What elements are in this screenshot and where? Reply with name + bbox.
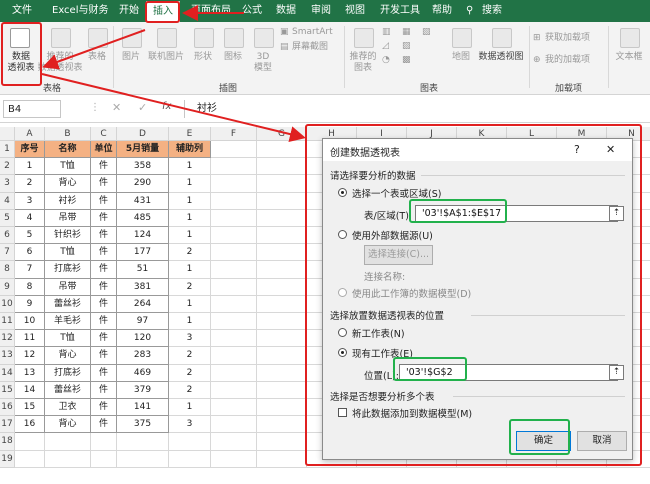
arrow-to-dialog [41, 73, 306, 142]
annotation-arrows [41, 5, 306, 142]
arrow-to-pivot [42, 29, 146, 70]
